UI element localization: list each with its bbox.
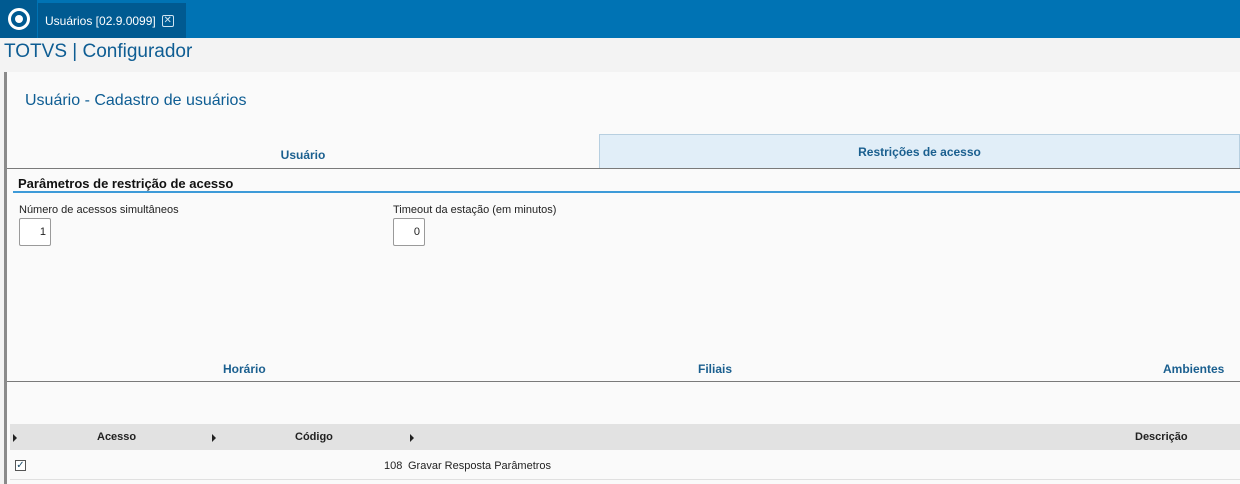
totvs-logo-icon[interactable] xyxy=(0,0,37,38)
column-header-acesso[interactable]: Acesso xyxy=(97,431,136,443)
tab-bar: Usuário Restrições de acesso xyxy=(7,134,1240,169)
row-indicator-icon xyxy=(13,434,17,442)
column-header-codigo[interactable]: Código xyxy=(295,431,333,443)
simultaneous-access-label: Número de acessos simultâneos xyxy=(19,204,179,216)
window-tab[interactable]: Usuários [02.9.0099] ✕ xyxy=(38,3,186,38)
access-checkbox-icon[interactable]: ✓ xyxy=(15,460,26,471)
table-row[interactable]: ✓ 108 Gravar Resposta Parâmetros xyxy=(10,452,1240,480)
tab-restricoes-acesso[interactable]: Restrições de acesso xyxy=(599,134,1240,168)
subtab-ambientes[interactable]: Ambientes xyxy=(1163,362,1224,376)
section-title: Parâmetros de restrição de acesso xyxy=(18,176,234,191)
station-timeout-field[interactable]: 0 xyxy=(393,218,425,246)
subtab-bar: Horário Filiais Ambientes xyxy=(7,357,1240,382)
column-header-descricao[interactable]: Descrição xyxy=(1135,431,1188,443)
simultaneous-access-field[interactable]: 1 xyxy=(19,218,51,246)
subtab-horario[interactable]: Horário xyxy=(223,362,266,376)
window-tab-label: Usuários [02.9.0099] xyxy=(45,13,156,28)
section-divider xyxy=(13,191,1240,193)
column-sort-icon[interactable] xyxy=(410,434,414,442)
app-title: TOTVS | Configurador xyxy=(4,41,193,62)
main-content: Usuário - Cadastro de usuários Usuário R… xyxy=(4,72,1240,484)
grid-header: Acesso Código Descrição xyxy=(10,424,1240,450)
column-sort-icon[interactable] xyxy=(212,434,216,442)
cell-codigo: 108 xyxy=(384,460,403,472)
page-title: Usuário - Cadastro de usuários xyxy=(25,92,247,109)
cell-descricao: Gravar Resposta Parâmetros xyxy=(408,460,552,472)
top-bar: Usuários [02.9.0099] ✕ xyxy=(0,0,1240,38)
subtab-filiais[interactable]: Filiais xyxy=(698,362,732,376)
close-icon[interactable]: ✕ xyxy=(161,14,174,27)
station-timeout-label: Timeout da estação (em minutos) xyxy=(393,204,557,216)
tab-usuario[interactable]: Usuário xyxy=(7,134,599,168)
